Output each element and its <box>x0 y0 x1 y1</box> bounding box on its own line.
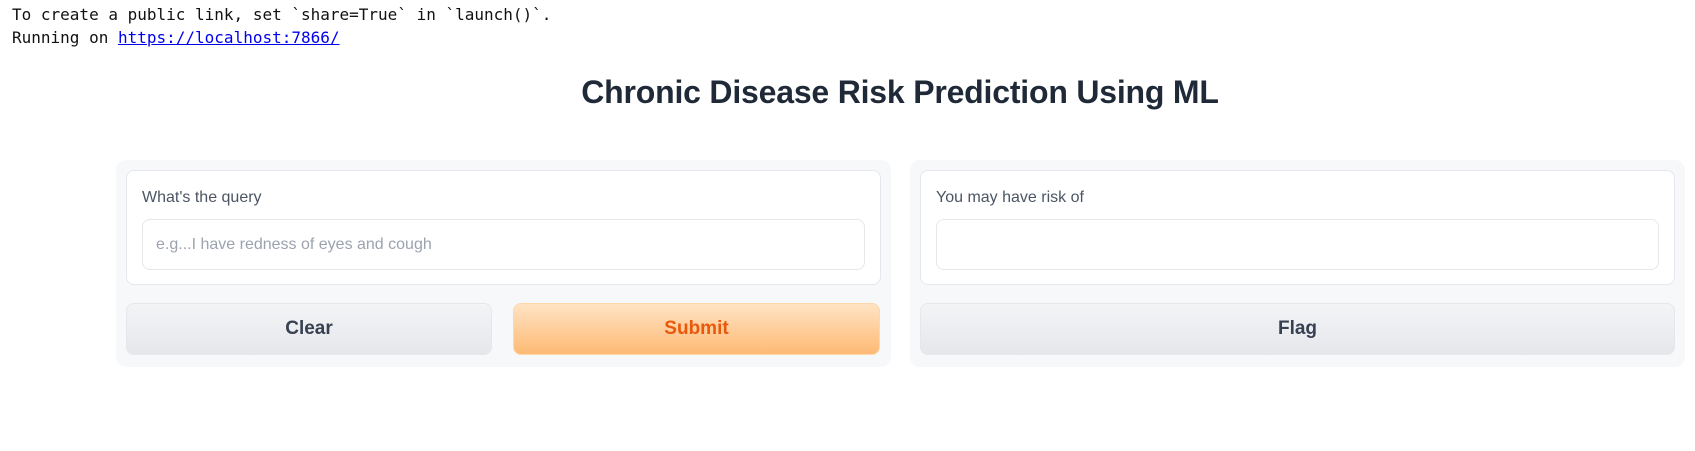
page-title: Chronic Disease Risk Prediction Using ML <box>581 74 1219 110</box>
clear-button[interactable]: Clear <box>126 303 492 355</box>
output-panel: You may have risk of Flag <box>910 160 1685 367</box>
console-running-prefix: Running on <box>12 28 118 47</box>
query-field-block: What's the query <box>126 170 881 285</box>
console-output: To create a public link, set `share=True… <box>12 3 551 49</box>
submit-button[interactable]: Submit <box>513 303 880 355</box>
query-input[interactable] <box>142 219 865 270</box>
localhost-link[interactable]: https://localhost:7866/ <box>118 28 340 47</box>
risk-output-label: You may have risk of <box>936 189 1084 206</box>
risk-output-block: You may have risk of <box>920 170 1675 285</box>
console-line-running: Running on https://localhost:7866/ <box>12 28 340 47</box>
input-panel: What's the query Clear Submit <box>116 160 891 367</box>
risk-output-field[interactable] <box>936 219 1659 270</box>
query-label: What's the query <box>142 189 262 206</box>
flag-button[interactable]: Flag <box>920 303 1675 355</box>
console-line-share-hint: To create a public link, set `share=True… <box>12 5 552 24</box>
